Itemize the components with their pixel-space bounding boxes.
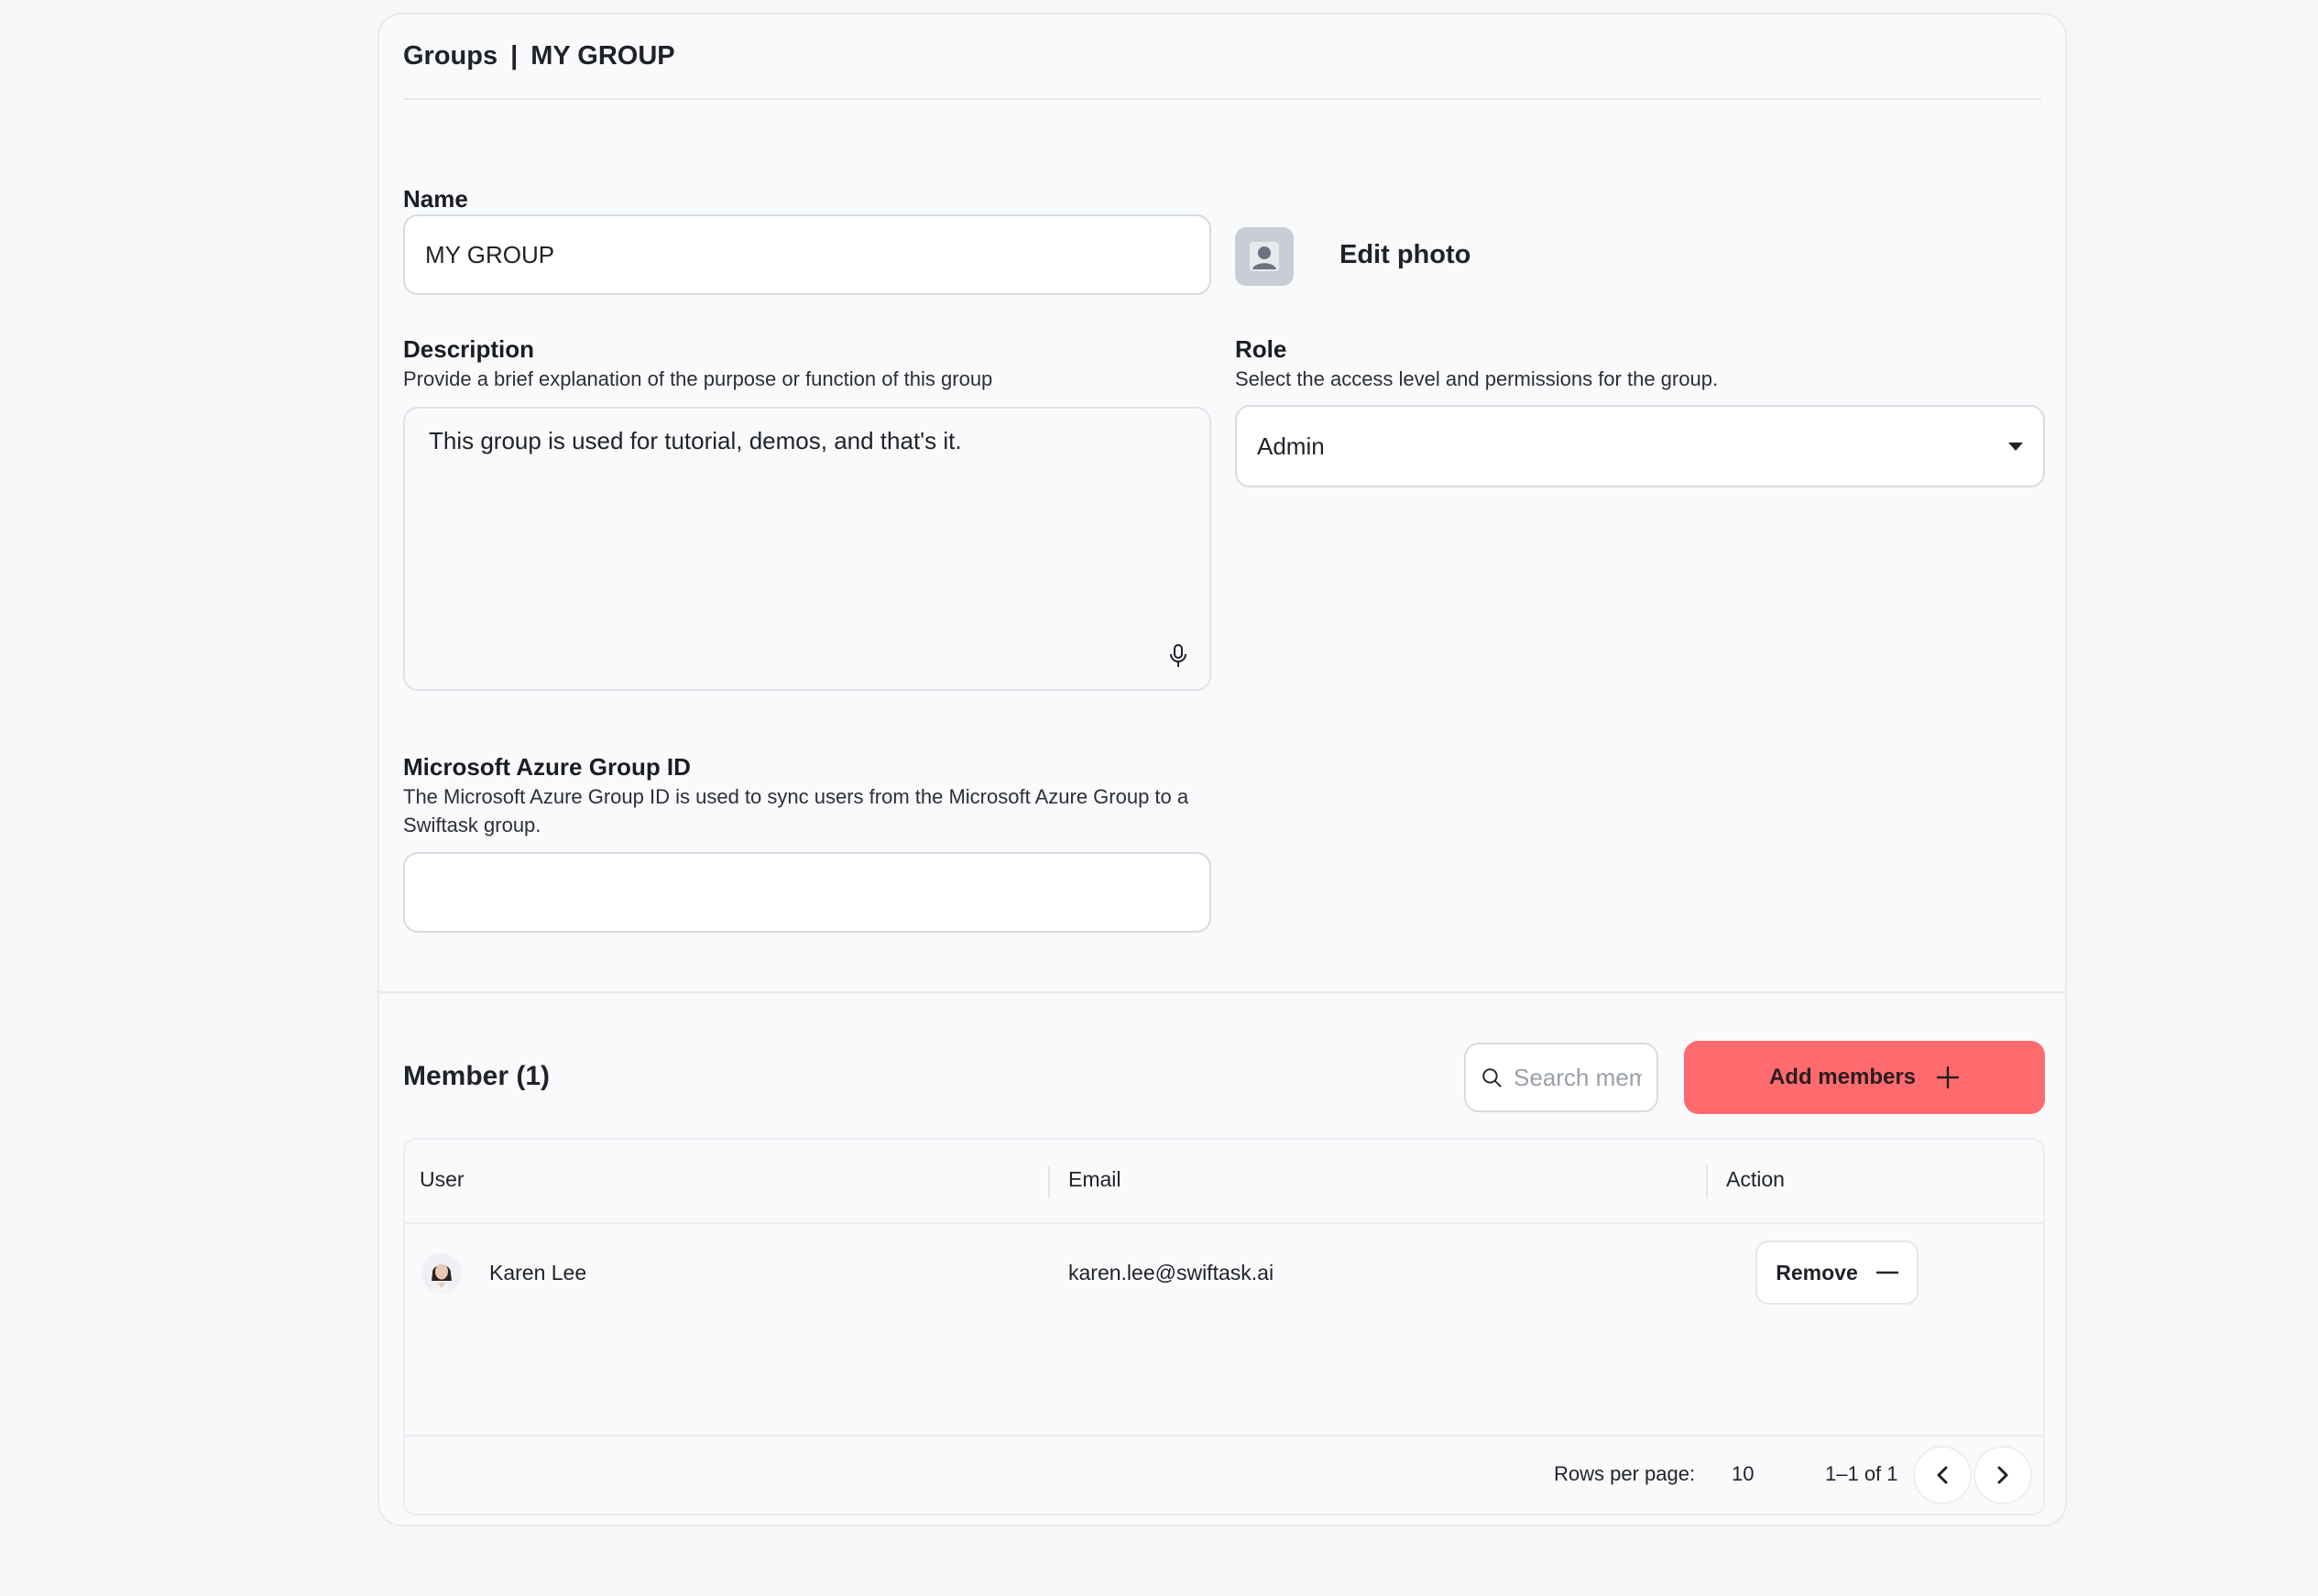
group-photo[interactable] [1235, 227, 1294, 286]
next-page-button[interactable] [1974, 1446, 2032, 1504]
search-icon [1482, 1068, 1502, 1088]
azure-help: The Microsoft Azure Group ID is used to … [403, 785, 1189, 836]
role-help: Select the access level and permissions … [1235, 367, 1719, 390]
user-name: Karen Lee [489, 1261, 587, 1284]
breadcrumb-separator: | [510, 41, 519, 71]
user-email: karen.lee@swiftask.ai [1068, 1261, 1274, 1284]
members-table: User Email Action Karen Lee karen.lee@sw… [403, 1138, 2045, 1515]
column-user[interactable]: User [420, 1167, 465, 1192]
add-members-label: Add members [1768, 1065, 1917, 1089]
edit-photo-button[interactable]: Edit photo [1339, 240, 1471, 270]
role-label: Role [1235, 335, 1287, 363]
name-label: Name [403, 185, 468, 213]
description-help: Provide a brief explanation of the purpo… [403, 367, 993, 390]
role-select[interactable]: Admin [1235, 405, 2045, 487]
azure-label: Microsoft Azure Group ID [403, 753, 691, 781]
group-settings-card: Groups | MY GROUP Name MY GROUP Edit pho… [377, 13, 2067, 1526]
breadcrumb: Groups | MY GROUP [403, 15, 2041, 100]
plus-icon [1936, 1066, 1960, 1089]
page-range: 1–1 of 1 [1825, 1462, 1898, 1485]
previous-page-button[interactable] [1913, 1446, 1972, 1504]
description-textarea[interactable]: This group is used for tutorial, demos, … [403, 407, 1211, 691]
table-row: Karen Lee karen.lee@swiftask.ai Remove [405, 1224, 2043, 1319]
user-placeholder-icon [1250, 242, 1279, 271]
breadcrumb-current: MY GROUP [530, 41, 675, 71]
members-title: Member (1) [403, 1061, 551, 1091]
column-action[interactable]: Action [1726, 1167, 1785, 1192]
name-input[interactable]: MY GROUP [403, 214, 1211, 295]
name-input-value: MY GROUP [425, 240, 555, 268]
column-separator [1706, 1165, 1708, 1198]
add-members-button[interactable]: Add members [1684, 1041, 2045, 1114]
table-pagination: Rows per page: 10 1–1 of 1 [405, 1435, 2043, 1514]
table-header: User Email Action [405, 1140, 2043, 1224]
microphone-icon[interactable] [1167, 643, 1189, 669]
member-search[interactable] [1464, 1043, 1658, 1112]
chevron-left-icon [1937, 1466, 1948, 1484]
remove-member-button[interactable]: Remove [1755, 1241, 1919, 1305]
description-label: Description [403, 335, 535, 363]
minus-icon [1875, 1271, 1898, 1274]
chevron-right-icon [1997, 1466, 2008, 1484]
remove-label: Remove [1776, 1260, 1858, 1284]
rows-per-page-label: Rows per page: [1554, 1462, 1696, 1485]
user-avatar-image [421, 1253, 462, 1294]
breadcrumb-section[interactable]: Groups [403, 41, 497, 71]
member-search-input[interactable] [1514, 1063, 1642, 1092]
column-separator [1048, 1165, 1050, 1198]
avatar [421, 1253, 462, 1294]
section-divider [379, 991, 2065, 993]
description-value: This group is used for tutorial, demos, … [429, 427, 962, 454]
caret-down-icon [2008, 442, 2023, 451]
azure-group-id-input[interactable] [403, 852, 1211, 933]
role-select-value: Admin [1257, 432, 1325, 460]
column-email[interactable]: Email [1068, 1167, 1121, 1192]
rows-per-page-select[interactable]: 10 [1732, 1462, 1754, 1486]
